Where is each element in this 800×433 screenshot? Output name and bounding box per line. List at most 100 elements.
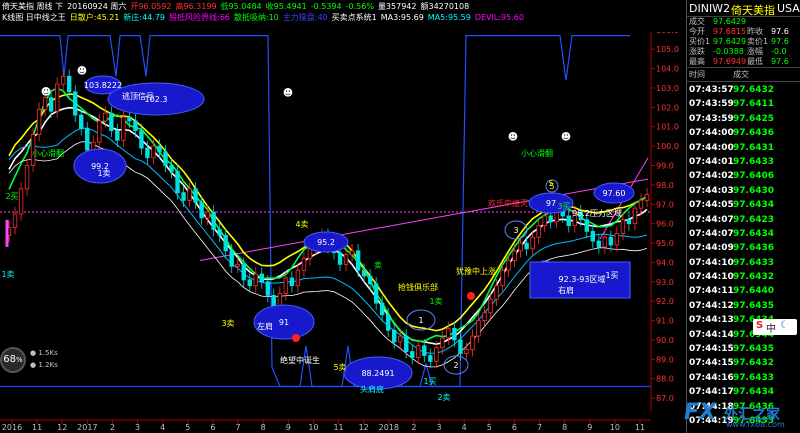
price-bubble-label: 88.2491 (361, 369, 394, 378)
candle-body (349, 250, 355, 256)
date-axis-label: 10 (308, 423, 318, 432)
tick-price: 97.6435 (733, 300, 774, 311)
ime-lang[interactable]: 中 (766, 320, 776, 335)
price-axis-label: 93.0 (656, 278, 674, 287)
tick-time: 07:44:16 (689, 372, 734, 383)
tick-row: 07:43:59 97.6411 (689, 97, 799, 111)
tick-price: 97.6432 (733, 85, 774, 95)
candle-body (512, 250, 517, 261)
tick-row: 07:44:07 97.6423 (689, 213, 799, 227)
watermark-logo: FX (684, 400, 716, 425)
candle-body (626, 219, 632, 225)
price-axis-label: 92.0 (656, 297, 674, 306)
tick-list[interactable]: 07:43:57 97.6432 07:43:59 97.6411 07:43:59 97… (689, 83, 799, 428)
date-axis-label: 2016 (2, 423, 22, 432)
tick-price: 97.6433 (733, 156, 774, 167)
candle-body (24, 165, 30, 190)
chart-annotation: 左肩 (257, 321, 273, 331)
ohlc-field: 20160924 周六 (67, 2, 127, 11)
divider (686, 16, 800, 17)
quote-label: 今开 (689, 27, 705, 36)
price-axis-label: 105.0 (656, 45, 679, 54)
candle-body (410, 351, 415, 358)
candle-body (66, 75, 72, 93)
smiley-marker-icon: ☻ (561, 131, 571, 143)
tick-time: 07:44:01 (689, 156, 734, 167)
candle-body (12, 213, 18, 228)
candle-body (301, 258, 307, 271)
tick-time: 07:44:12 (689, 300, 734, 311)
candle-body (614, 232, 620, 246)
price-axis-label: 94.0 (656, 258, 674, 267)
candle-body (470, 335, 475, 351)
price-bubble-label: 97 (546, 199, 556, 208)
date-axis-label: 12 (57, 423, 67, 432)
price-chart[interactable]: 106.0105.0104.0103.0102.0101.0100.099.09… (0, 0, 686, 433)
price-axis-label: 96.0 (656, 220, 674, 229)
quote-value: 97.6429 (713, 37, 747, 46)
tick-row: 07:43:57 97.6432 (689, 83, 799, 97)
tick-price-header: 成交 (733, 70, 749, 79)
candle-body (464, 349, 469, 354)
date-axis-label: 11 (333, 423, 343, 432)
chart-annotation: 1买 (605, 271, 618, 280)
date-axis-label: 8 (261, 423, 266, 432)
quote-label: 最低 (747, 57, 763, 66)
divider (686, 81, 800, 82)
price-axis-label: 89.0 (656, 355, 674, 364)
quote-panel: DINIW2 倚天美指 USA 成交 97.6429 今开 97.6815 昨收 97.6… (686, 0, 800, 433)
price-axis-label: 97.0 (656, 200, 674, 209)
price-bubble-label: 91 (279, 318, 289, 327)
date-axis-label: 4 (462, 423, 467, 432)
market-code: USA (777, 2, 800, 15)
date-axis-label: 4 (160, 423, 165, 432)
tick-price: 97.6433 (733, 257, 774, 268)
candle-body (175, 170, 180, 194)
quote-value: 97.6429 (713, 17, 747, 26)
candle-body (241, 263, 246, 281)
quote-label: 最高 (689, 57, 705, 66)
quote-row: 买价1 97.6429 卖价1 97.6 (689, 37, 800, 47)
tick-time: 07:44:14 (689, 329, 734, 340)
trading-screen: 106.0105.0104.0103.0102.0101.0100.099.09… (0, 0, 800, 433)
tick-time: 07:44:07 (689, 214, 734, 225)
candle-body (97, 120, 102, 143)
candle-body (229, 250, 234, 267)
price-axis-label: 90.0 (656, 336, 674, 345)
candle-body (73, 91, 78, 116)
ime-logo-icon: S (756, 320, 764, 331)
candle-body (193, 188, 198, 203)
tick-row: 07:44:07 97.6434 (689, 227, 799, 241)
candle-body (500, 269, 505, 287)
candle-body (247, 279, 252, 287)
quote-row: 最高 97.6949 最低 97.6 (689, 57, 800, 67)
tick-time: 07:44:15 (689, 358, 734, 369)
date-axis-label: 11 (32, 423, 42, 432)
candle-body (404, 335, 409, 353)
candle-body (103, 112, 108, 122)
moon-icon[interactable]: ☾ (780, 320, 789, 331)
candle-body (163, 151, 168, 166)
indicator-field: DEVIL:95.60 (474, 13, 524, 22)
candle-body (337, 252, 343, 265)
price-bubble-label: 1 (418, 316, 423, 325)
tick-row: 07:44:15 97.6435 (689, 342, 799, 356)
chart-annotation: 头肩底 (360, 384, 384, 394)
ime-toolbar[interactable]: S 中 ☾ (753, 319, 797, 335)
quote-row: 今开 97.6815 昨收 97.6 (689, 27, 800, 37)
candle-body (145, 147, 150, 159)
watermark: FX 外汇之家 www.fx68.com (682, 398, 800, 432)
date-axis-label: 8 (562, 423, 567, 432)
indicator-row: K线图 日中线之王 日散户:45.21 新庄:44.79 股抵风险界线:66 散抵吸纳:… (2, 12, 528, 23)
candle-body (60, 75, 66, 85)
candle-body (36, 108, 42, 135)
ohlc-field: 量357942 (377, 2, 417, 11)
chart-annotation: 2买 (5, 192, 18, 201)
candle-body (169, 165, 174, 172)
tick-price: 97.6430 (733, 185, 774, 196)
tick-time: 07:43:59 (689, 113, 734, 124)
tick-time: 07:44:09 (689, 243, 734, 254)
candle-body (265, 281, 271, 296)
candle-body (187, 188, 192, 201)
smiley-marker-icon: ☻ (41, 86, 51, 98)
